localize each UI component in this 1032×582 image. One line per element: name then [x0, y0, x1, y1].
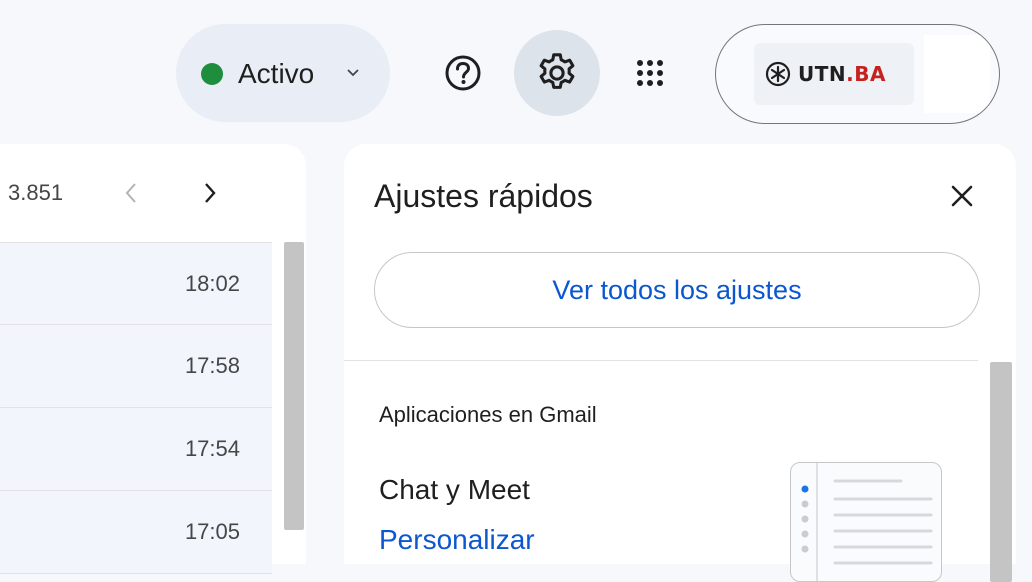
mail-row[interactable]: 18:02 [0, 242, 272, 325]
mail-row[interactable]: 17:05 [0, 491, 272, 574]
mail-time: 18:02 [184, 271, 240, 296]
section-title: Aplicaciones en Gmail [379, 402, 597, 427]
status-selector[interactable]: Activo [176, 24, 390, 122]
pagination-range: 3.851 [8, 180, 64, 205]
org-logo: UTN.BA [754, 43, 914, 105]
utn-emblem-icon [765, 61, 791, 87]
mail-list-panel: 3.851 18:02 17:58 17:54 17:05 [0, 144, 306, 574]
account-switcher[interactable]: UTN.BA [715, 24, 1000, 124]
see-all-settings-button[interactable]: Ver todos los ajustes [374, 252, 980, 328]
apps-button[interactable] [617, 40, 683, 106]
status-dot [201, 63, 223, 85]
chat-meet-title: Chat y Meet [379, 474, 530, 505]
chevron-right-icon[interactable] [200, 180, 220, 206]
divider [344, 360, 978, 361]
mail-row[interactable]: 17:54 [0, 408, 272, 491]
apps-grid-icon [637, 60, 663, 86]
quick-settings-panel: Ajustes rápidos Ver todos los ajustes Ap… [344, 144, 1016, 582]
chat-meet-preview-thumbnail [790, 462, 942, 582]
mail-row[interactable]: 17:58 [0, 325, 272, 408]
mail-list-scrollbar[interactable] [284, 242, 304, 530]
avatar[interactable] [924, 35, 990, 113]
quick-settings-scrollbar[interactable] [990, 362, 1012, 582]
org-logo-text: UTN.BA [798, 62, 886, 86]
mail-time: 17:54 [184, 436, 240, 461]
settings-button[interactable] [514, 30, 600, 116]
chevron-left-icon[interactable] [122, 180, 142, 206]
status-label: Activo [238, 58, 315, 89]
mail-rows: 18:02 17:58 17:54 17:05 [0, 242, 272, 574]
gear-icon [539, 53, 575, 89]
mail-time: 17:05 [184, 519, 240, 544]
chevron-down-icon [347, 69, 359, 77]
mail-time: 17:58 [184, 353, 240, 378]
close-icon[interactable] [944, 178, 980, 214]
help-button[interactable] [430, 40, 496, 106]
layout-preview-icon [801, 463, 933, 581]
see-all-settings-label: Ver todos los ajustes [552, 274, 802, 305]
customize-link[interactable]: Personalizar [379, 524, 535, 556]
help-icon [445, 55, 481, 91]
quick-settings-title: Ajustes rápidos [374, 178, 593, 214]
